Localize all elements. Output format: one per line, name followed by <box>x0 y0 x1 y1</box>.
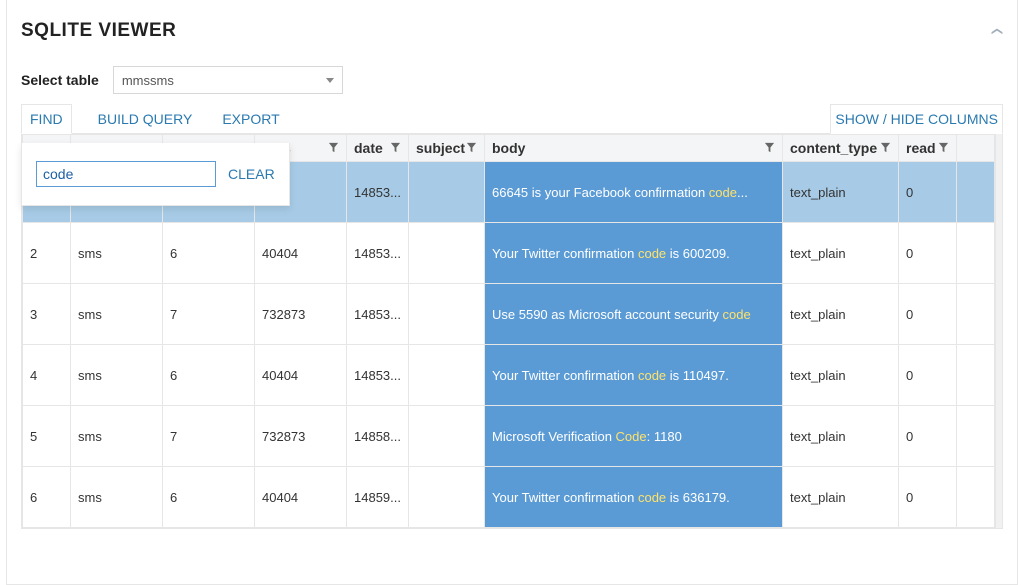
filter-icon[interactable] <box>466 140 477 156</box>
table-cell: 0 <box>899 284 957 345</box>
table-cell: Your Twitter confirmation code is 110497… <box>485 345 783 406</box>
sqlite-viewer-panel: SQLITE VIEWER ︿︿ Select table mmssms FIN… <box>6 0 1018 585</box>
table-cell: text_plain <box>783 345 899 406</box>
table-cell: 7 <box>163 406 255 467</box>
table-cell: text_plain <box>783 223 899 284</box>
table-cell <box>409 223 485 284</box>
filter-icon[interactable] <box>328 140 339 156</box>
table-cell: 7 <box>163 284 255 345</box>
table-row[interactable]: 3sms773287314853... Use 5590 as Microsoft… <box>23 284 995 345</box>
toolbar-tabs: FIND BUILD QUERY EXPORT SHOW / HIDE COLU… <box>21 104 1003 134</box>
table-select-label: Select table <box>21 72 99 88</box>
table-cell: 66645 is your Facebook confirmation code… <box>485 162 783 223</box>
table-cell: Your Twitter confirmation code is 636179… <box>485 467 783 528</box>
table-cell <box>409 162 485 223</box>
tab-export[interactable]: EXPORT <box>218 105 283 133</box>
table-cell: 0 <box>899 406 957 467</box>
scrollbar[interactable] <box>995 134 1002 528</box>
table-cell: 6 <box>163 467 255 528</box>
table-cell <box>957 284 995 345</box>
filter-icon[interactable] <box>938 140 949 156</box>
table-cell <box>409 345 485 406</box>
table-cell <box>957 406 995 467</box>
table-row[interactable]: 6sms64040414859...Your Twitter confirmat… <box>23 467 995 528</box>
table-cell: text_plain <box>783 284 899 345</box>
col-header-spacer <box>957 135 995 162</box>
table-body: 1sms55514853...66645 is your Facebook co… <box>23 162 995 528</box>
table-cell: 6 <box>163 223 255 284</box>
table-cell <box>957 162 995 223</box>
show-hide-columns-button[interactable]: SHOW / HIDE COLUMNS <box>830 104 1003 134</box>
table-cell: sms <box>71 467 163 528</box>
col-header-read[interactable]: read <box>899 135 957 162</box>
col-header-content-type[interactable]: content_type <box>783 135 899 162</box>
table-cell: 5 <box>23 406 71 467</box>
table-cell: 6 <box>163 345 255 406</box>
table-cell: 4 <box>23 345 71 406</box>
table-select-row: Select table mmssms <box>21 66 1003 94</box>
table-cell: sms <box>71 223 163 284</box>
filter-icon[interactable] <box>764 140 775 156</box>
table-cell <box>409 467 485 528</box>
table-cell <box>409 284 485 345</box>
table-cell: 0 <box>899 223 957 284</box>
table-cell: Your Twitter confirmation code is 600209… <box>485 223 783 284</box>
table-cell: 40404 <box>255 467 347 528</box>
table-cell: text_plain <box>783 406 899 467</box>
table-cell: 14853... <box>347 162 409 223</box>
table-cell: 14853... <box>347 345 409 406</box>
filter-icon[interactable] <box>880 140 891 156</box>
table-cell: 0 <box>899 345 957 406</box>
table-cell <box>957 467 995 528</box>
table-cell: 732873 <box>255 406 347 467</box>
collapse-icon[interactable]: ︿︿ <box>991 30 1003 32</box>
table-cell: 0 <box>899 467 957 528</box>
table-cell: Microsoft Verification Code: 1180 <box>485 406 783 467</box>
col-header-date[interactable]: date <box>347 135 409 162</box>
table-cell: 6 <box>23 467 71 528</box>
table-row[interactable]: 5sms773287314858... Microsoft Verificatio… <box>23 406 995 467</box>
find-popover: CLEAR <box>21 143 290 206</box>
table-cell: 14858... <box>347 406 409 467</box>
table-cell: sms <box>71 345 163 406</box>
table-cell <box>957 223 995 284</box>
table-cell: 40404 <box>255 345 347 406</box>
table-row[interactable]: 4sms64040414853... Your Twitter confirmat… <box>23 345 995 406</box>
table-cell: text_plain <box>783 162 899 223</box>
table-cell: 14853... <box>347 223 409 284</box>
chevron-down-icon <box>326 78 334 83</box>
tab-build-query[interactable]: BUILD QUERY <box>94 105 197 133</box>
col-header-body[interactable]: body <box>485 135 783 162</box>
clear-button[interactable]: CLEAR <box>228 166 275 182</box>
table-cell: sms <box>71 406 163 467</box>
table-cell: 2 <box>23 223 71 284</box>
table-cell: 40404 <box>255 223 347 284</box>
table-cell <box>957 345 995 406</box>
panel-title: SQLITE VIEWER <box>21 20 176 42</box>
table-cell <box>409 406 485 467</box>
table-select-value: mmssms <box>122 73 174 88</box>
filter-icon[interactable] <box>390 140 401 156</box>
table-cell: sms <box>71 284 163 345</box>
table-cell: 14853... <box>347 284 409 345</box>
table-row[interactable]: 2sms64040414853... Your Twitter confirmat… <box>23 223 995 284</box>
table-cell: Use 5590 as Microsoft account security c… <box>485 284 783 345</box>
tab-find[interactable]: FIND <box>21 104 72 134</box>
find-input[interactable] <box>36 161 216 187</box>
table-cell: 732873 <box>255 284 347 345</box>
table-cell: 14859... <box>347 467 409 528</box>
table-cell: 3 <box>23 284 71 345</box>
panel-header: SQLITE VIEWER ︿︿ <box>21 20 1003 42</box>
col-header-subject[interactable]: subject <box>409 135 485 162</box>
table-cell: text_plain <box>783 467 899 528</box>
table-select[interactable]: mmssms <box>113 66 343 94</box>
table-cell: 0 <box>899 162 957 223</box>
